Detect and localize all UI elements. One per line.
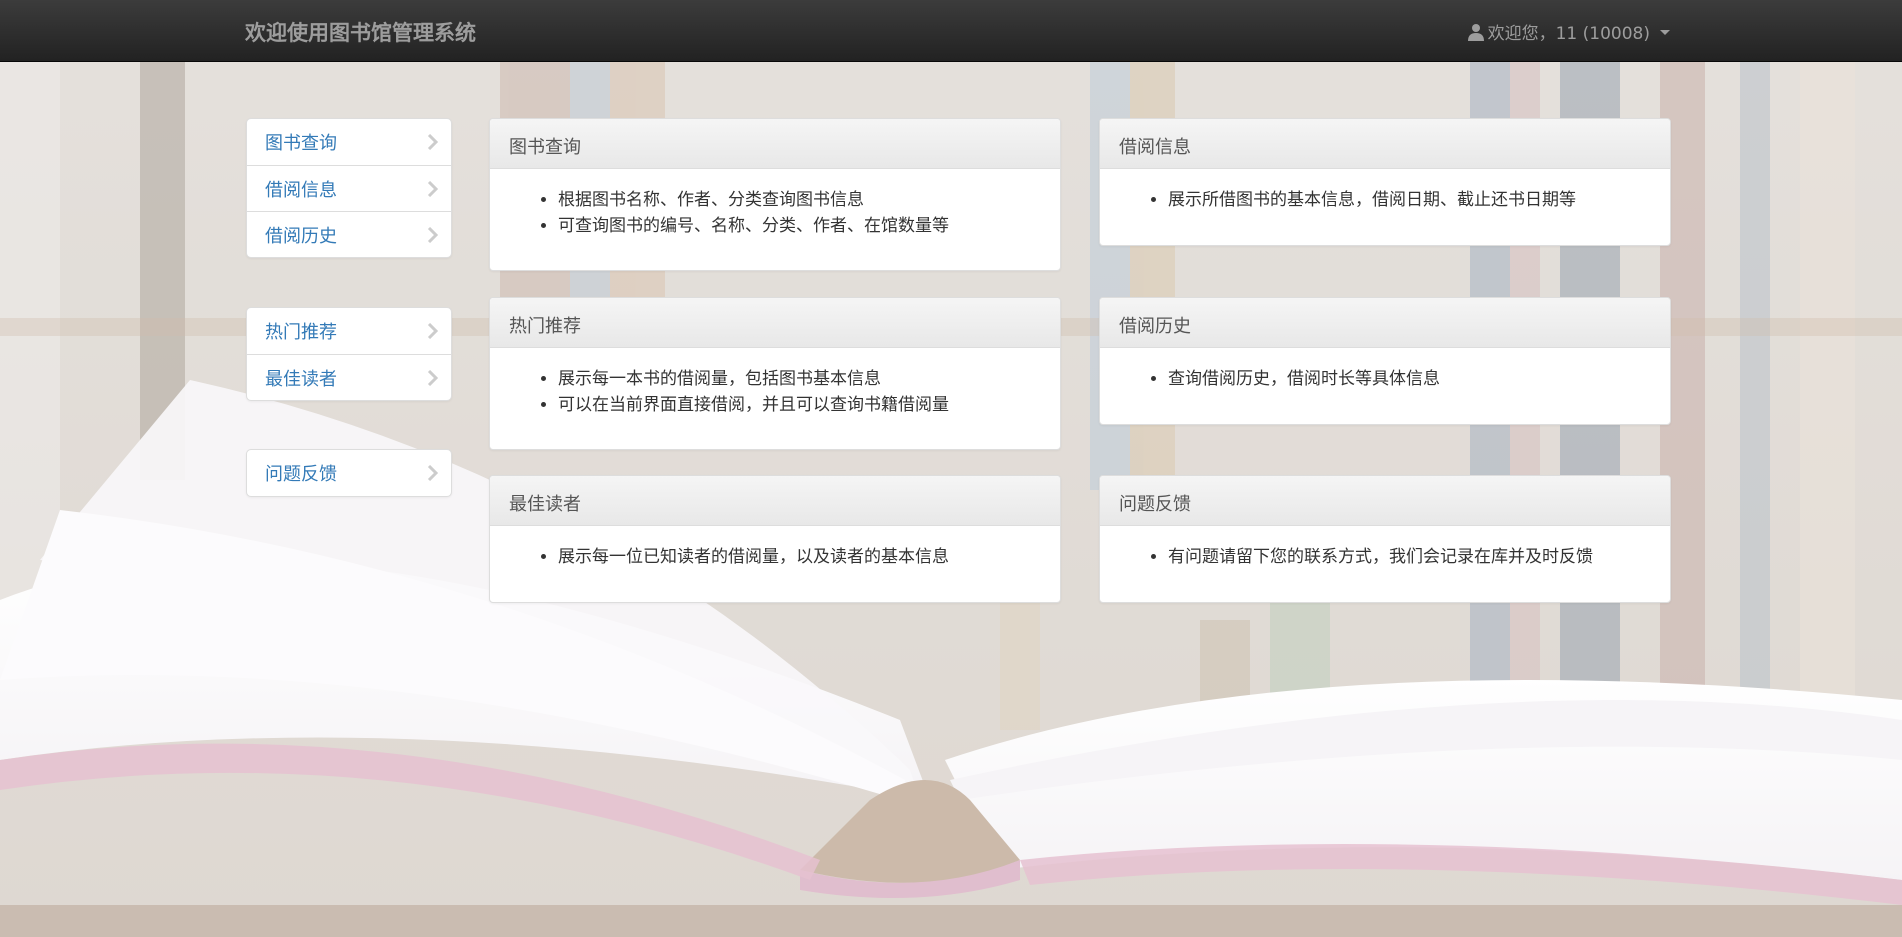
- sidebar-group-main: 图书查询 借阅信息 借阅历史: [246, 118, 452, 258]
- sidebar-item-label: 借阅历史: [265, 225, 337, 247]
- list-item: 有问题请留下您的联系方式，我们会记录在库并及时反馈: [1168, 544, 1651, 570]
- chevron-right-icon: [427, 180, 439, 197]
- sidebar-item-label: 借阅信息: [265, 179, 337, 201]
- card-title: 最佳读者: [490, 476, 1060, 526]
- chevron-right-icon: [427, 465, 439, 481]
- caret-down-icon: [1660, 30, 1670, 35]
- card-book-search: 图书查询 根据图书名称、作者、分类查询图书信息 可查询图书的编号、名称、分类、作…: [489, 118, 1061, 271]
- list-item: 展示每一本书的借阅量，包括图书基本信息: [558, 366, 1041, 392]
- sidebar-group-feedback: 问题反馈: [246, 449, 452, 497]
- card-title: 热门推荐: [490, 298, 1060, 348]
- card-title: 借阅历史: [1100, 298, 1670, 348]
- card-bullet-list: 展示所借图书的基本信息，借阅日期、截止还书日期等: [1100, 169, 1670, 235]
- card-borrow-history: 借阅历史 查询借阅历史，借阅时长等具体信息: [1099, 297, 1671, 425]
- card-bullet-list: 展示每一位已知读者的借阅量，以及读者的基本信息: [490, 526, 1060, 592]
- card-title: 图书查询: [490, 119, 1060, 169]
- sidebar-item-book-search[interactable]: 图书查询: [247, 119, 451, 165]
- sidebar-item-label: 最佳读者: [265, 368, 337, 390]
- sidebar-item-borrow-info[interactable]: 借阅信息: [247, 165, 451, 211]
- card-bullet-list: 根据图书名称、作者、分类查询图书信息 可查询图书的编号、名称、分类、作者、在馆数…: [490, 169, 1060, 261]
- chevron-right-icon: [427, 323, 439, 339]
- sidebar-item-best-reader[interactable]: 最佳读者: [247, 354, 451, 400]
- chevron-right-icon: [427, 369, 439, 386]
- brand-title[interactable]: 欢迎使用图书馆管理系统: [245, 17, 476, 47]
- card-best-reader: 最佳读者 展示每一位已知读者的借阅量，以及读者的基本信息: [489, 475, 1061, 603]
- sidebar-item-label: 图书查询: [265, 133, 337, 154]
- list-item: 可查询图书的编号、名称、分类、作者、在馆数量等: [558, 213, 1041, 239]
- card-borrow-info: 借阅信息 展示所借图书的基本信息，借阅日期、截止还书日期等: [1099, 118, 1671, 246]
- card-bullet-list: 展示每一本书的借阅量，包括图书基本信息 可以在当前界面直接借阅，并且可以查询书籍…: [490, 348, 1060, 440]
- list-item: 查询借阅历史，借阅时长等具体信息: [1168, 366, 1651, 392]
- card-title: 问题反馈: [1100, 476, 1670, 526]
- chevron-right-icon: [427, 226, 439, 243]
- top-navbar: 欢迎使用图书馆管理系统 欢迎您，11 (10008): [0, 0, 1902, 62]
- sidebar-item-borrow-history[interactable]: 借阅历史: [247, 211, 451, 257]
- sidebar-item-label: 问题反馈: [265, 464, 337, 485]
- user-icon: [1467, 23, 1484, 41]
- list-item: 根据图书名称、作者、分类查询图书信息: [558, 187, 1041, 213]
- sidebar-item-label: 热门推荐: [265, 322, 337, 343]
- card-bullet-list: 有问题请留下您的联系方式，我们会记录在库并及时反馈: [1100, 526, 1670, 592]
- chevron-right-icon: [427, 134, 439, 150]
- list-item: 展示每一位已知读者的借阅量，以及读者的基本信息: [558, 544, 1041, 570]
- card-feedback: 问题反馈 有问题请留下您的联系方式，我们会记录在库并及时反馈: [1099, 475, 1671, 603]
- card-bullet-list: 查询借阅历史，借阅时长等具体信息: [1100, 348, 1670, 414]
- list-item: 可以在当前界面直接借阅，并且可以查询书籍借阅量: [558, 392, 1041, 418]
- sidebar-item-feedback[interactable]: 问题反馈: [247, 450, 451, 496]
- list-item: 展示所借图书的基本信息，借阅日期、截止还书日期等: [1168, 187, 1651, 213]
- card-title: 借阅信息: [1100, 119, 1670, 169]
- sidebar-item-hot-recommend[interactable]: 热门推荐: [247, 308, 451, 354]
- card-hot-recommend: 热门推荐 展示每一本书的借阅量，包括图书基本信息 可以在当前界面直接借阅，并且可…: [489, 297, 1061, 450]
- user-label: 欢迎您，11 (10008): [1487, 24, 1650, 44]
- sidebar-group-popular: 热门推荐 最佳读者: [246, 307, 452, 401]
- user-menu-toggle[interactable]: 欢迎您，11 (10008): [1467, 19, 1670, 44]
